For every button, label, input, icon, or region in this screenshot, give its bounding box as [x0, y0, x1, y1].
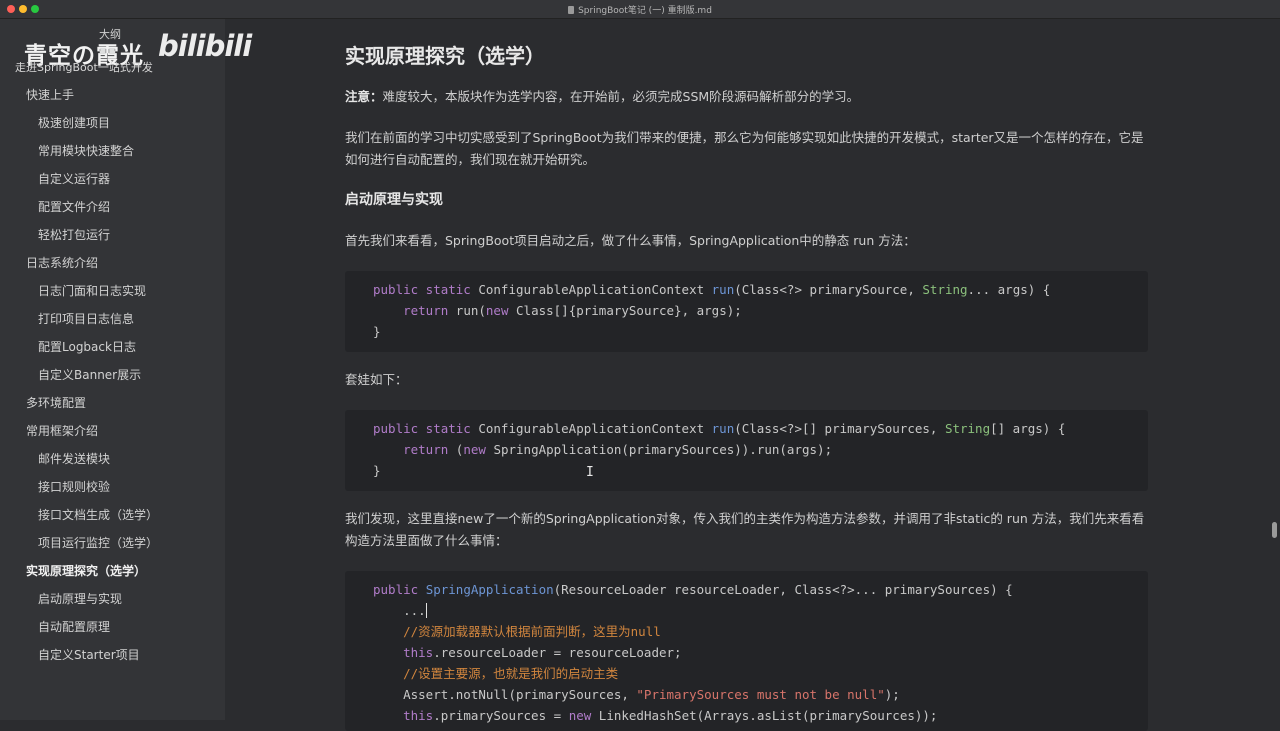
code-line: Assert.notNull(primarySources, "PrimaryS…: [373, 687, 900, 702]
window-title-text: SpringBoot笔记 (一) 重制版.md: [578, 6, 712, 16]
outline-item[interactable]: 自动配置原理: [38, 618, 110, 635]
code-line: return (new SpringApplication(primarySou…: [403, 442, 833, 457]
code-line: }: [373, 324, 381, 339]
scrollbar-thumb[interactable]: [1272, 522, 1277, 538]
channel-subtitle: 走进SpringBoot一站式开发: [15, 61, 153, 74]
code-block-1[interactable]: public static ConfigurableApplicationCon…: [345, 271, 1148, 352]
outline-item[interactable]: 配置Logback日志: [38, 338, 136, 355]
outline-item[interactable]: 实现原理探究（选学）: [26, 562, 146, 579]
outline-item[interactable]: 自定义Starter项目: [38, 646, 140, 663]
code-line: public SpringApplication(ResourceLoader …: [373, 582, 1013, 597]
text-cursor: [425, 603, 427, 618]
first-paragraph: 首先我们来看看，SpringBoot项目启动之后，做了什么事情，SpringAp…: [345, 233, 916, 248]
nested-paragraph: 套娃如下：: [345, 372, 408, 387]
found-paragraph: 我们发现，这里直接new了一个新的SpringApplication对象，传入我…: [345, 511, 1145, 548]
outline-item[interactable]: 启动原理与实现: [38, 590, 122, 607]
subsection-heading: 启动原理与实现: [345, 192, 443, 208]
document-icon: [568, 6, 575, 14]
outline-item[interactable]: 常用框架介绍: [26, 422, 98, 439]
intro-paragraph: 我们在前面的学习中切实感受到了SpringBoot为我们带来的便捷，那么它为何能…: [345, 130, 1144, 167]
outline-item[interactable]: 配置文件介绍: [38, 198, 110, 215]
outline-item[interactable]: 自定义Banner展示: [38, 366, 141, 383]
mouse-cursor-icon: I: [586, 465, 594, 480]
code-line: ...: [373, 603, 427, 618]
code-line: this.resourceLoader = resourceLoader;: [403, 645, 682, 660]
section-heading: 实现原理探究（选学）: [345, 44, 545, 68]
outline-item[interactable]: 接口文档生成（选学）: [38, 506, 158, 523]
outline-item[interactable]: 极速创建项目: [38, 114, 110, 131]
window-title: SpringBoot笔记 (一) 重制版.md: [0, 3, 1280, 16]
code-block-3[interactable]: public SpringApplication(ResourceLoader …: [345, 571, 1148, 731]
outline-item[interactable]: 日志门面和日志实现: [38, 282, 146, 299]
outline-item[interactable]: 日志系统介绍: [26, 254, 98, 271]
code-line: }: [373, 463, 381, 478]
outline-item[interactable]: 轻松打包运行: [38, 226, 110, 243]
outline-item[interactable]: 邮件发送模块: [38, 450, 110, 467]
document-content: 实现原理探究（选学） 注意：难度较大，本版块作为选学内容，在开始前，必须完成SS…: [226, 19, 1280, 731]
outline-item[interactable]: 项目运行监控（选学）: [38, 534, 158, 551]
outline-item[interactable]: 接口规则校验: [38, 478, 110, 495]
code-line: public static ConfigurableApplicationCon…: [373, 282, 1051, 297]
outline-item[interactable]: 快速上手: [26, 86, 74, 103]
outline-item[interactable]: 多环境配置: [26, 394, 86, 411]
outline-item[interactable]: 自定义运行器: [38, 170, 110, 187]
code-line: public static ConfigurableApplicationCon…: [373, 421, 1066, 436]
note-label: 注意：: [345, 89, 383, 104]
code-comment: //设置主要源，也就是我们的启动主类: [373, 666, 619, 681]
code-line: return run(new Class[]{primarySource}, a…: [403, 303, 742, 318]
code-comment: //资源加载器默认根据前面判断，这里为null: [373, 624, 661, 639]
outline-item[interactable]: 常用模块快速整合: [38, 142, 134, 159]
note-paragraph: 注意：难度较大，本版块作为选学内容，在开始前，必须完成SSM阶段源码解析部分的学…: [345, 86, 1145, 108]
outline-sidebar: 大纲 青空の霞光 走进SpringBoot一站式开发 bilibili 快速上手…: [0, 19, 252, 720]
code-block-2[interactable]: public static ConfigurableApplicationCon…: [345, 410, 1148, 491]
window-titlebar: SpringBoot笔记 (一) 重制版.md: [0, 0, 1280, 19]
code-line: this.primarySources = new LinkedHashSet(…: [403, 708, 938, 723]
note-text: 难度较大，本版块作为选学内容，在开始前，必须完成SSM阶段源码解析部分的学习。: [382, 89, 860, 104]
outline-item[interactable]: 打印项目日志信息: [38, 310, 134, 327]
